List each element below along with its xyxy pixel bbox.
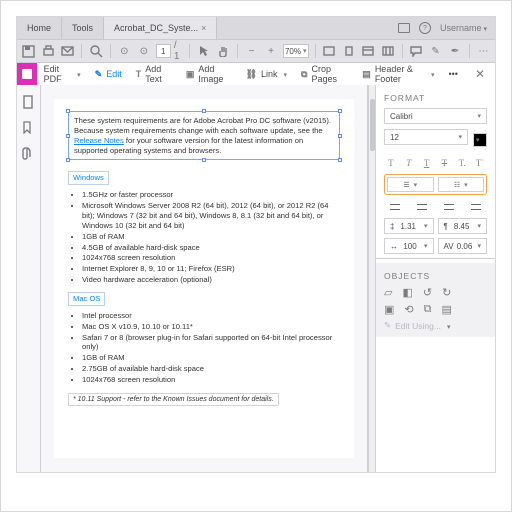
document-page[interactable]: These system requirements are for Adobe … bbox=[41, 85, 367, 472]
rotate-icon[interactable] bbox=[361, 42, 376, 60]
edit-pdf-tool-icon[interactable] bbox=[17, 63, 37, 85]
rotate-ccw-icon[interactable]: ↺ bbox=[423, 286, 432, 299]
flip-v-icon[interactable]: ▱ bbox=[384, 286, 392, 299]
list-style-group: ☰ ☷ bbox=[384, 174, 487, 195]
flip-h-icon[interactable]: ◧ bbox=[402, 286, 412, 299]
style-italic[interactable]: T bbox=[402, 155, 416, 170]
footnote: * 10.11 Support - refer to the Known Iss… bbox=[68, 393, 279, 406]
zoom-in-icon[interactable]: + bbox=[263, 42, 278, 60]
header-footer-button[interactable]: ▤Header & Footer bbox=[355, 63, 441, 85]
username-menu[interactable]: Username bbox=[440, 23, 487, 33]
align-justify[interactable] bbox=[464, 200, 487, 213]
objects-title: OBJECTS bbox=[384, 271, 487, 281]
mac-list: Intel processorMac OS X v10.9, 10.10 or … bbox=[82, 311, 340, 385]
sign-icon[interactable]: ✒ bbox=[447, 42, 462, 60]
pages-panel-icon[interactable] bbox=[22, 95, 36, 109]
number-list-button[interactable]: ☷ bbox=[438, 177, 485, 192]
mail-icon[interactable] bbox=[60, 42, 75, 60]
arrange-icon[interactable]: ⧉ bbox=[424, 303, 432, 316]
style-strike[interactable]: T bbox=[437, 155, 451, 170]
align-obj-icon[interactable]: ▤ bbox=[441, 303, 451, 316]
editpdf-title: Edit PDF bbox=[37, 63, 88, 85]
align-right[interactable] bbox=[438, 200, 461, 213]
rotate-cw-icon[interactable]: ↻ bbox=[442, 286, 451, 299]
add-image-button[interactable]: ▣Add Image bbox=[179, 63, 239, 85]
font-select[interactable]: Calibri bbox=[384, 108, 487, 124]
fit-page-icon[interactable] bbox=[341, 42, 356, 60]
align-left[interactable] bbox=[384, 200, 407, 213]
hand-icon[interactable] bbox=[215, 42, 230, 60]
style-regular[interactable]: T bbox=[384, 155, 398, 170]
close-editbar-icon[interactable]: ✕ bbox=[465, 67, 495, 81]
color-swatch[interactable] bbox=[473, 133, 487, 147]
font-size[interactable]: 12 bbox=[384, 129, 468, 145]
search-icon[interactable] bbox=[88, 42, 103, 60]
replace-icon[interactable]: ⟲ bbox=[404, 303, 413, 316]
edit-button[interactable]: ✎Edit bbox=[88, 63, 129, 85]
windows-heading: Windows bbox=[68, 171, 109, 185]
pointer-icon[interactable] bbox=[196, 42, 211, 60]
style-sup[interactable]: T˙ bbox=[473, 155, 487, 170]
style-underline[interactable]: T bbox=[420, 155, 434, 170]
crop-button[interactable]: ⧉Crop Pages bbox=[294, 63, 355, 85]
next-page-icon[interactable]: ⊙ bbox=[136, 42, 151, 60]
crop-obj-icon[interactable]: ▣ bbox=[384, 303, 394, 316]
add-text-button[interactable]: TAdd Text bbox=[129, 63, 179, 85]
fit-width-icon[interactable] bbox=[322, 42, 337, 60]
window-icon[interactable] bbox=[398, 23, 410, 33]
share-icon[interactable]: ⋯ bbox=[476, 42, 491, 60]
thumbnails-icon[interactable] bbox=[380, 42, 395, 60]
print-icon[interactable] bbox=[40, 42, 55, 60]
more-button[interactable]: ••• bbox=[442, 63, 465, 85]
zoom-select[interactable]: 70% bbox=[283, 44, 309, 58]
attachments-icon[interactable] bbox=[22, 147, 36, 161]
prev-page-icon[interactable]: ⊙ bbox=[117, 42, 132, 60]
close-icon[interactable]: × bbox=[201, 23, 206, 33]
link-button[interactable]: ⛓Link bbox=[239, 63, 294, 85]
windows-list: 1.5GHz or faster processorMicrosoft Wind… bbox=[82, 190, 340, 285]
tracking[interactable]: AV 0.06 bbox=[438, 238, 488, 254]
style-sub[interactable]: T. bbox=[455, 155, 469, 170]
mac-heading: Mac OS bbox=[68, 292, 105, 306]
format-title: FORMAT bbox=[384, 93, 487, 103]
highlight-icon[interactable]: ✎ bbox=[428, 42, 443, 60]
edit-using: ✎ Edit Using... bbox=[384, 320, 487, 331]
panel-scrollbar[interactable] bbox=[368, 85, 376, 472]
help-icon[interactable]: ? bbox=[419, 22, 431, 34]
horizontal-scale[interactable]: ↔ 100 bbox=[384, 238, 434, 254]
save-icon[interactable] bbox=[21, 42, 36, 60]
tab-home[interactable]: Home bbox=[17, 17, 62, 39]
page-indicator[interactable]: 1 / 1 bbox=[156, 40, 184, 62]
paragraph-spacing[interactable]: ¶ 8.45 bbox=[438, 218, 488, 234]
selected-text-block[interactable]: These system requirements are for Adobe … bbox=[68, 111, 340, 160]
bullet-list-button[interactable]: ☰ bbox=[387, 177, 434, 192]
release-notes-link[interactable]: Release Notes bbox=[74, 136, 124, 145]
comment-icon[interactable] bbox=[408, 42, 423, 60]
tab-document[interactable]: Acrobat_DC_Syste...× bbox=[104, 17, 217, 39]
bookmarks-icon[interactable] bbox=[22, 121, 36, 135]
tab-tools[interactable]: Tools bbox=[62, 17, 104, 39]
align-center[interactable] bbox=[411, 200, 434, 213]
line-height[interactable]: ‡ 1.31 bbox=[384, 218, 434, 234]
zoom-out-icon[interactable]: − bbox=[244, 42, 259, 60]
